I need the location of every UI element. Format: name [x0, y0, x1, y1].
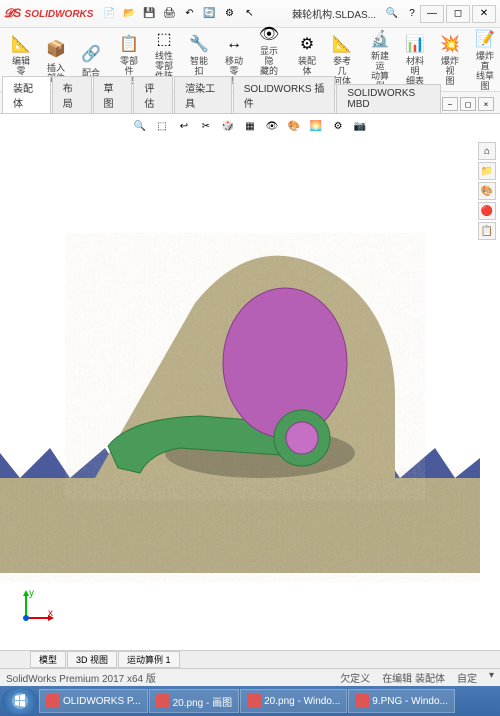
ribbon-icon: 📝 — [473, 29, 497, 49]
document-title: 棘轮机构.SLDAS... — [292, 6, 376, 21]
minimize-button[interactable]: — — [420, 5, 444, 23]
taskbar-item[interactable]: OLIDWORKS P... — [39, 689, 148, 713]
options-icon[interactable]: ⚙ — [221, 6, 237, 22]
ribbon-新建运动算例[interactable]: 🔬新建运动算例 — [363, 30, 397, 89]
tab-渲染工具[interactable]: 渲染工具 — [174, 76, 232, 113]
taskbar-label: 20.png - Windo... — [264, 696, 340, 707]
appearances-tab-icon[interactable]: 🔴 — [478, 202, 496, 220]
ribbon-icon: 📐 — [9, 33, 33, 54]
taskbar-app-icon — [156, 694, 170, 708]
view-triad[interactable]: yx — [18, 586, 58, 626]
bottom-tab-3D 视图[interactable]: 3D 视图 — [67, 651, 117, 668]
ribbon-材料明细表[interactable]: 📊材料明细表 — [398, 30, 432, 89]
quick-access-toolbar: 📄 📂 💾 🖨 ↶ 🔄 ⚙ ↖ — [101, 6, 257, 22]
view-orient-icon[interactable]: 🎲 — [220, 118, 236, 134]
ribbon-icon: ⚙ — [295, 33, 319, 54]
maximize-button[interactable]: ◻ — [446, 5, 470, 23]
new-icon[interactable]: 📄 — [101, 6, 117, 22]
tab-评估[interactable]: 评估 — [133, 76, 173, 113]
home-tab-icon[interactable]: ⌂ — [478, 142, 496, 160]
taskbar-app-icon — [247, 694, 261, 708]
graphics-viewport[interactable]: yx ⌂ 📁 🎨 🔴 📋 — [0, 138, 500, 650]
title-bar: 𝓓S SOLIDWORKS 📄 📂 💾 🖨 ↶ 🔄 ⚙ ↖ 棘轮机构.SLDAS… — [0, 0, 500, 28]
ribbon-icon: 🔬 — [368, 29, 392, 49]
close-button[interactable]: ✕ — [472, 5, 496, 23]
mdi-minimize[interactable]: − — [442, 97, 458, 111]
save-icon[interactable]: 💾 — [141, 6, 157, 22]
custom-props-icon[interactable]: 📋 — [478, 222, 496, 240]
ribbon-icon: 🔧 — [187, 33, 211, 54]
ribbon-icon: 📋 — [117, 33, 141, 54]
command-tabs: 装配体布局草图评估渲染工具SOLIDWORKS 插件SOLIDWORKS MBD… — [0, 92, 500, 114]
zoom-fit-icon[interactable]: 🔍 — [132, 118, 148, 134]
hide-show-icon[interactable]: 👁 — [264, 118, 280, 134]
taskbar-label: OLIDWORKS P... — [63, 696, 141, 707]
ribbon-icon: 👁 — [257, 24, 281, 44]
ribbon-label: 材料明细表 — [403, 56, 427, 86]
help-icon[interactable]: ? — [404, 6, 420, 22]
resources-tab-icon[interactable]: 📁 — [478, 162, 496, 180]
svg-text:x: x — [48, 608, 53, 619]
display-style-icon[interactable]: ▦ — [242, 118, 258, 134]
ribbon-icon: ↔ — [222, 33, 246, 54]
prev-view-icon[interactable]: ↩ — [176, 118, 192, 134]
status-bar: SolidWorks Premium 2017 x64 版 欠定义 在编辑 装配… — [0, 668, 500, 686]
ribbon-爆炸直线草图[interactable]: 📝爆炸直线草图 — [468, 30, 500, 89]
motion-tabs: 模型3D 视图运动算例 1 — [0, 650, 500, 668]
status-version: SolidWorks Premium 2017 x64 版 — [6, 670, 156, 685]
bottom-tab-模型[interactable]: 模型 — [30, 651, 66, 668]
undo-icon[interactable]: ↶ — [181, 6, 197, 22]
tab-草图[interactable]: 草图 — [93, 76, 133, 113]
status-custom: 自定 — [457, 670, 477, 685]
ribbon-icon: 📊 — [403, 33, 427, 54]
taskbar-item[interactable]: 20.png - Windo... — [240, 689, 347, 713]
ribbon-icon: 📦 — [44, 37, 68, 61]
tab-布局[interactable]: 布局 — [52, 76, 92, 113]
tab-SOLIDWORKS MBD[interactable]: SOLIDWORKS MBD — [336, 84, 441, 113]
view-settings-icon[interactable]: ⚙ — [330, 118, 346, 134]
app-logo: 𝓓S SOLIDWORKS — [4, 6, 93, 21]
taskbar-app-icon — [46, 694, 60, 708]
ribbon-icon: 📐 — [330, 33, 354, 54]
model-render — [0, 138, 480, 650]
search-icon[interactable]: 🔍 — [384, 6, 400, 22]
ribbon-icon: ⬚ — [152, 29, 176, 49]
svg-text:y: y — [29, 588, 34, 599]
taskbar-label: 9.PNG - Windo... — [372, 696, 448, 707]
status-editing: 在编辑 装配体 — [382, 670, 445, 685]
open-icon[interactable]: 📂 — [121, 6, 137, 22]
render-icon[interactable]: 📷 — [352, 118, 368, 134]
zoom-area-icon[interactable]: ⬚ — [154, 118, 170, 134]
ribbon-爆炸视图[interactable]: 💥爆炸视图 — [433, 30, 467, 89]
ribbon-label: 爆炸直线草图 — [473, 51, 497, 91]
status-define: 欠定义 — [340, 670, 370, 685]
ribbon-icon: 💥 — [438, 33, 462, 54]
taskbar-item[interactable]: 20.png - 画图 — [149, 689, 239, 713]
view-palette-icon[interactable]: 🎨 — [478, 182, 496, 200]
section-icon[interactable]: ✂ — [198, 118, 214, 134]
rebuild-icon[interactable]: 🔄 — [201, 6, 217, 22]
taskbar-item[interactable]: 9.PNG - Windo... — [348, 689, 455, 713]
taskbar-app-icon — [355, 694, 369, 708]
mdi-restore[interactable]: ◻ — [460, 97, 476, 111]
scene-icon[interactable]: 🌅 — [308, 118, 324, 134]
start-button[interactable] — [2, 688, 38, 714]
windows-taskbar: OLIDWORKS P... 20.png - 画图 20.png - Windo.… — [0, 686, 500, 716]
ribbon-label: 爆炸视图 — [438, 56, 462, 86]
appearance-icon[interactable]: 🎨 — [286, 118, 302, 134]
task-pane: ⌂ 📁 🎨 🔴 📋 — [478, 142, 498, 240]
heads-up-toolbar: 🔍 ⬚ ↩ ✂ 🎲 ▦ 👁 🎨 🌅 ⚙ 📷 — [0, 114, 500, 138]
tab-装配体[interactable]: 装配体 — [2, 76, 51, 113]
ribbon-icon: 🔗 — [79, 42, 103, 66]
mdi-close[interactable]: × — [478, 97, 494, 111]
status-dropdown-icon[interactable]: ▾ — [489, 670, 494, 685]
select-icon[interactable]: ↖ — [241, 6, 257, 22]
bottom-tab-运动算例 1[interactable]: 运动算例 1 — [118, 651, 180, 668]
tab-SOLIDWORKS 插件[interactable]: SOLIDWORKS 插件 — [233, 76, 336, 113]
print-icon[interactable]: 🖨 — [161, 6, 177, 22]
